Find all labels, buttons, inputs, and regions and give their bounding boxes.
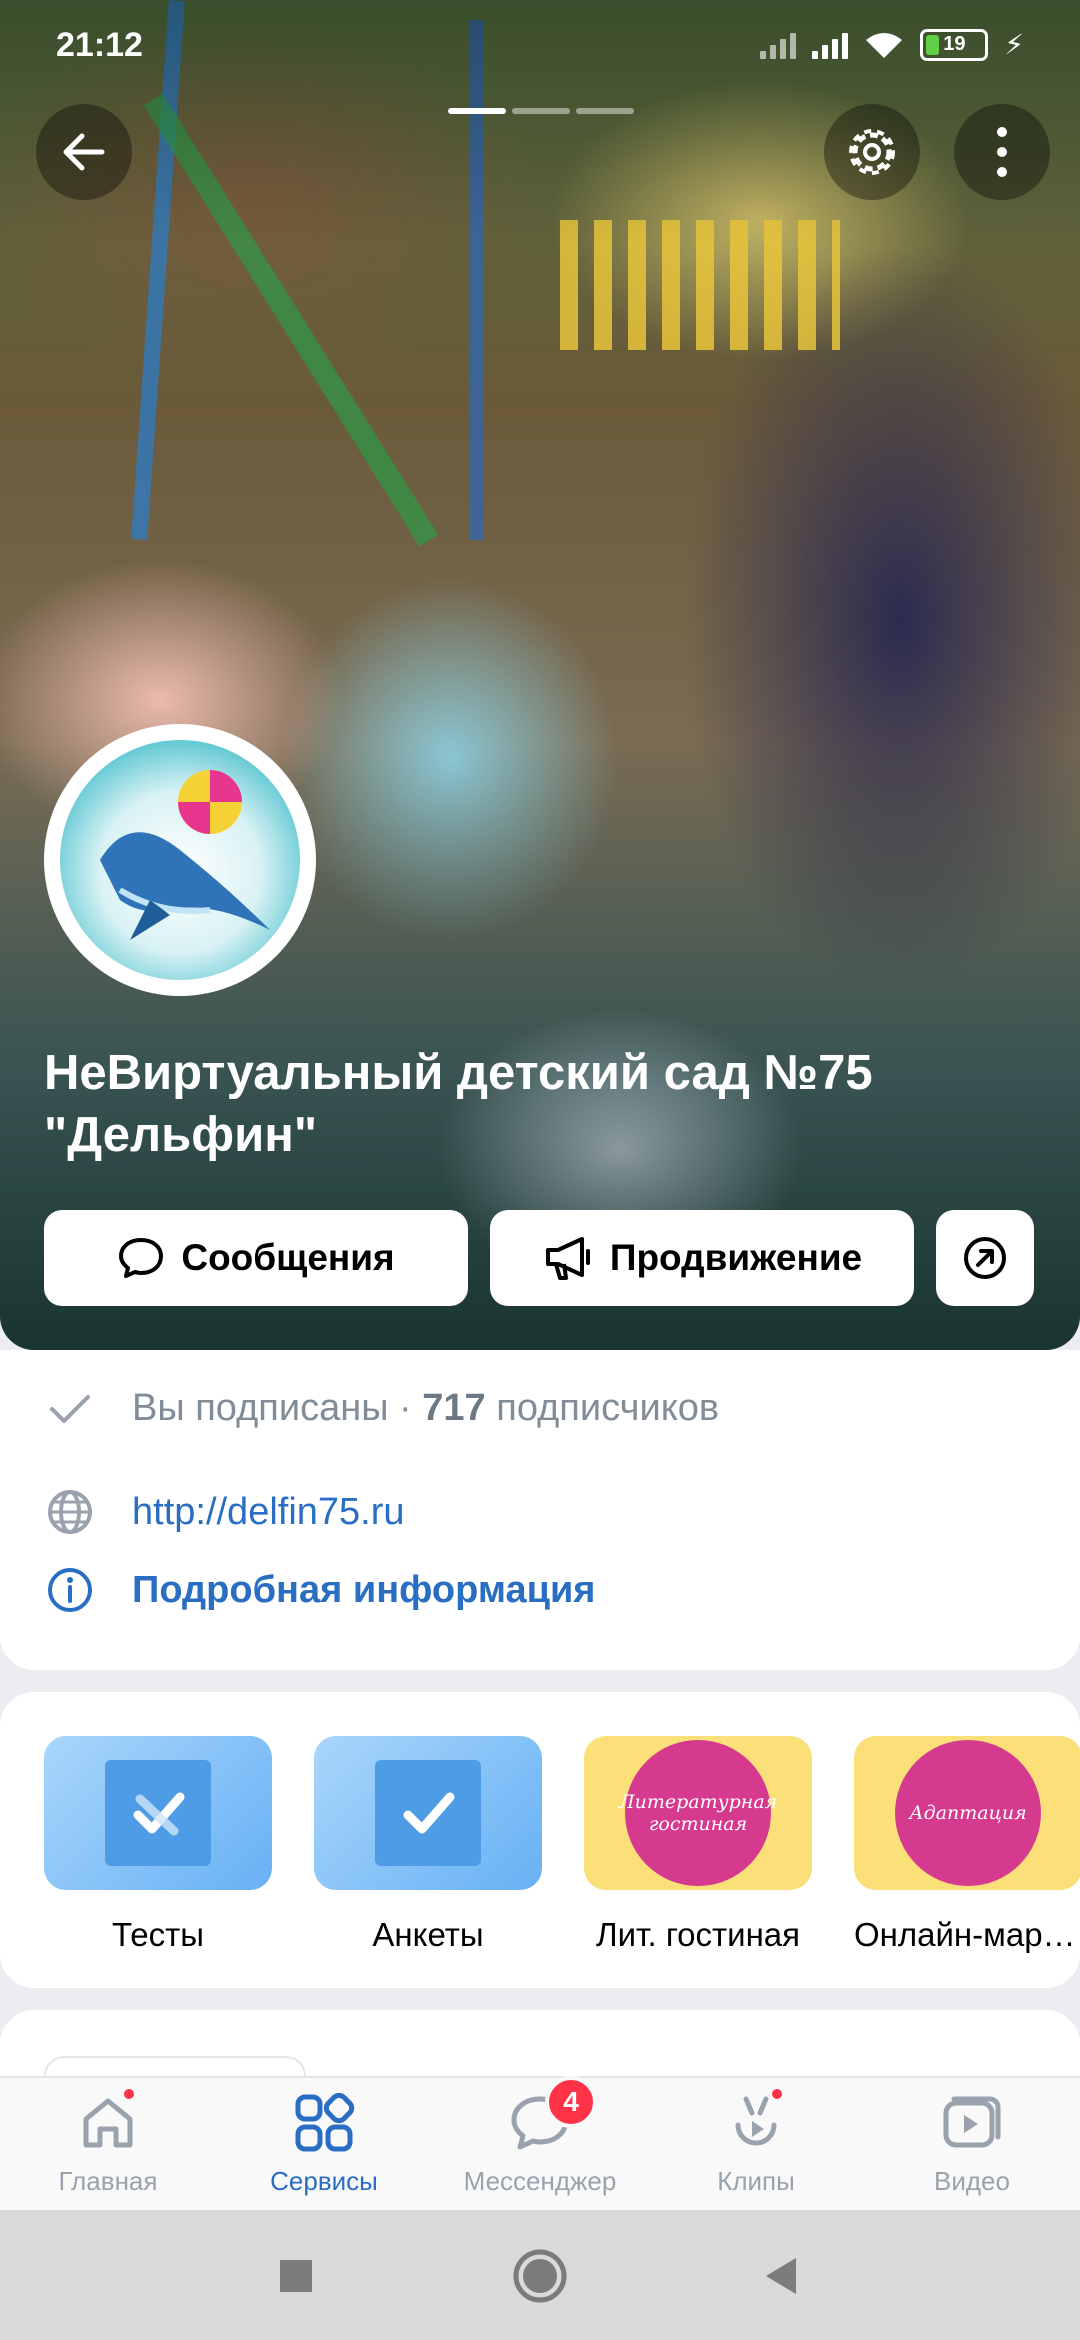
service-tile: Литературная гостиная bbox=[584, 1736, 812, 1890]
video-icon bbox=[933, 2084, 1011, 2162]
more-button[interactable] bbox=[954, 104, 1050, 200]
clips-icon bbox=[717, 2084, 795, 2162]
dolphin-logo bbox=[60, 740, 300, 980]
share-button[interactable] bbox=[936, 1210, 1034, 1306]
megaphone-icon bbox=[545, 1237, 590, 1280]
cover-pager bbox=[448, 108, 634, 114]
notification-dot bbox=[769, 2086, 785, 2102]
adaptation-logo: Адаптация bbox=[895, 1740, 1041, 1886]
pager-dot bbox=[576, 108, 634, 114]
unread-badge: 4 bbox=[545, 2076, 597, 2128]
messages-button[interactable]: Сообщения bbox=[44, 1210, 468, 1306]
service-tile: Адаптация bbox=[854, 1736, 1080, 1890]
service-label: Лит. гостиная bbox=[595, 1916, 801, 1953]
service-tests[interactable]: Тесты bbox=[44, 1736, 272, 1954]
tab-services[interactable]: Сервисы bbox=[224, 2084, 424, 2204]
service-online-marathon[interactable]: Адаптация Онлайн-мара... bbox=[854, 1736, 1080, 1954]
chat-bubble-icon bbox=[119, 1238, 164, 1278]
subscribers-suffix: подписчиков bbox=[485, 1386, 720, 1429]
subscribers-text: Вы подписаны · 717 подписчиков bbox=[132, 1387, 719, 1430]
details-label: Подробная информация bbox=[132, 1568, 596, 1611]
info-icon bbox=[44, 1564, 96, 1616]
back-system-button[interactable] bbox=[742, 2236, 822, 2316]
service-forms[interactable]: Анкеты bbox=[314, 1736, 542, 1954]
pager-dot bbox=[448, 108, 506, 114]
recent-apps-button[interactable] bbox=[256, 2236, 336, 2316]
tests-check-icon bbox=[105, 1760, 211, 1866]
charging-icon: ⚡ bbox=[1004, 29, 1024, 60]
home-system-button[interactable] bbox=[500, 2236, 580, 2316]
details-link[interactable]: Подробная информация bbox=[44, 1560, 595, 1620]
group-avatar[interactable] bbox=[44, 724, 316, 996]
subscription-status[interactable]: Вы подписаны · 717 подписчиков bbox=[44, 1378, 719, 1438]
pager-dot bbox=[512, 108, 570, 114]
more-vertical-icon bbox=[997, 127, 1007, 177]
triangle-back-icon bbox=[766, 2258, 796, 2294]
website-url: http://delfin75.ru bbox=[132, 1490, 405, 1533]
tab-label: Видео bbox=[934, 2166, 1010, 2196]
wifi-icon bbox=[866, 32, 903, 58]
services-grid-icon bbox=[285, 2084, 363, 2162]
subscribed-label: Вы подписаны · bbox=[132, 1386, 423, 1429]
check-icon bbox=[44, 1382, 96, 1434]
service-lit-lounge[interactable]: Литературная гостиная Лит. гостиная bbox=[584, 1736, 812, 1954]
messages-label: Сообщения bbox=[181, 1237, 395, 1278]
promotion-label: Продвижение bbox=[609, 1237, 863, 1278]
status-time: 21:12 bbox=[56, 26, 143, 64]
notification-dot bbox=[121, 2086, 137, 2102]
signal-icon bbox=[760, 31, 797, 59]
group-title: НеВиртуальный детский сад №75 "Дельфин" bbox=[44, 1046, 873, 1162]
action-row: Сообщения Продвижение bbox=[44, 1210, 1034, 1306]
lit-lounge-logo: Литературная гостиная bbox=[619, 1740, 777, 1886]
forms-check-icon bbox=[375, 1760, 481, 1866]
promotion-button[interactable]: Продвижение bbox=[490, 1210, 914, 1306]
battery-level: 19 bbox=[943, 33, 966, 55]
tab-label: Главная bbox=[58, 2166, 158, 2196]
subscribers-count: 717 bbox=[422, 1386, 486, 1429]
settings-button[interactable] bbox=[824, 104, 920, 200]
square-icon bbox=[280, 2260, 312, 2292]
tab-home[interactable]: Главная bbox=[8, 2084, 208, 2204]
website-link[interactable]: http://delfin75.ru bbox=[44, 1482, 405, 1542]
tab-label: Мессенджер bbox=[463, 2166, 617, 2196]
status-icons: 19 ⚡ bbox=[760, 28, 1024, 61]
globe-icon bbox=[44, 1486, 96, 1538]
tab-video[interactable]: Видео bbox=[872, 2084, 1072, 2204]
back-button[interactable] bbox=[36, 104, 132, 200]
tab-label: Сервисы bbox=[270, 2166, 378, 2196]
home-icon bbox=[69, 2084, 147, 2162]
gear-icon bbox=[849, 129, 895, 175]
service-tile bbox=[314, 1736, 542, 1890]
circle-icon bbox=[513, 2249, 567, 2303]
share-arrow-icon bbox=[964, 1237, 1006, 1279]
arrow-left-icon bbox=[63, 133, 105, 171]
service-label: Онлайн-мара... bbox=[854, 1916, 1080, 1953]
service-tile bbox=[44, 1736, 272, 1890]
messenger-icon: 4 bbox=[501, 2076, 597, 2162]
tab-clips[interactable]: Клипы bbox=[656, 2084, 856, 2204]
service-label: Анкеты bbox=[372, 1916, 484, 1953]
battery-icon: 19 bbox=[920, 28, 989, 61]
service-label: Тесты bbox=[112, 1916, 204, 1953]
signal-icon bbox=[812, 31, 849, 59]
community-page: 21:12 19 ⚡ НеВиртуальный детский сад №75… bbox=[0, 0, 1080, 2340]
status-bar: 21:12 19 ⚡ bbox=[0, 0, 1080, 92]
tab-label: Клипы bbox=[717, 2166, 795, 2196]
tab-messenger[interactable]: 4 Мессенджер bbox=[440, 2076, 640, 2204]
